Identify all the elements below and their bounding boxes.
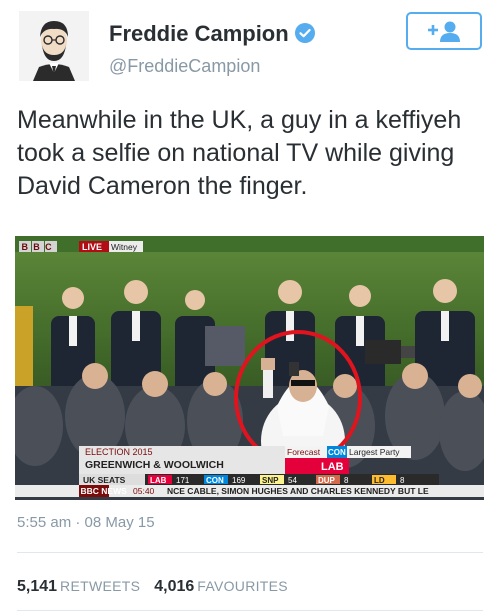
author-name-text[interactable]: Freddie Campion: [109, 21, 289, 46]
author-handle[interactable]: @FreddieCampion: [109, 56, 260, 77]
forecast-label: Forecast: [287, 447, 321, 457]
news-bbc-label: BBC NEWS: [81, 486, 128, 496]
largest-party-label: Largest Party: [349, 447, 400, 457]
seat-party-label: SNP: [262, 476, 279, 485]
forecast-result: LAB: [321, 461, 344, 473]
seat-count: 8: [400, 476, 405, 485]
seat-count: 54: [288, 476, 297, 485]
seat-party-label: LAB: [150, 476, 167, 485]
live-label: LIVE: [82, 242, 102, 252]
bbc-logo: BBC: [22, 242, 57, 252]
caption-line2: GREENWICH & WOOLWICH: [85, 459, 224, 471]
avatar[interactable]: [19, 11, 89, 81]
follow-user-icon: [428, 21, 460, 42]
retweets-count: 5,141: [17, 578, 58, 595]
verified-badge-icon: [294, 23, 315, 43]
favourites-label: FAVOURITES: [197, 578, 288, 594]
avatar-illustration: [19, 11, 89, 81]
tweet-timestamp[interactable]: 5:55 am · 08 May 15: [17, 514, 155, 531]
seat-party-label: LD: [374, 476, 385, 485]
seat-count: 169: [232, 476, 246, 485]
author-name[interactable]: Freddie Campion: [109, 21, 315, 47]
location-label: Witney: [111, 242, 138, 252]
tweet-media-image[interactable]: BBC LIVE Witney ELECTION 2015 GREENWICH …: [15, 236, 484, 500]
divider: [17, 610, 483, 611]
favourites-count: 4,016: [154, 578, 195, 595]
seats-label: UK SEATS: [83, 475, 126, 485]
broadcast-screenshot: BBC LIVE Witney ELECTION 2015 GREENWICH …: [15, 236, 484, 500]
news-ticker-text: NCE CABLE, SIMON HUGHES AND CHARLES KENN…: [167, 486, 429, 496]
seat-count: 171: [176, 476, 190, 485]
seat-party-label: CON: [206, 476, 224, 485]
follow-button[interactable]: [406, 12, 482, 50]
forecast-con: CON: [328, 448, 346, 457]
news-time: 05:40: [133, 486, 155, 496]
engagement-stats: 5,141 RETWEETS 4,016 FAVOURITES: [17, 578, 288, 596]
seat-party-label: DUP: [318, 476, 336, 485]
seat-count: 8: [344, 476, 349, 485]
retweets-label: RETWEETS: [60, 578, 141, 594]
retweets-stat[interactable]: 5,141 RETWEETS: [17, 578, 140, 595]
favourites-stat[interactable]: 4,016 FAVOURITES: [154, 578, 288, 595]
caption-line1: ELECTION 2015: [85, 447, 153, 457]
divider: [17, 552, 483, 553]
tweet-text: Meanwhile in the UK, a guy in a keffiyeh…: [17, 106, 462, 200]
